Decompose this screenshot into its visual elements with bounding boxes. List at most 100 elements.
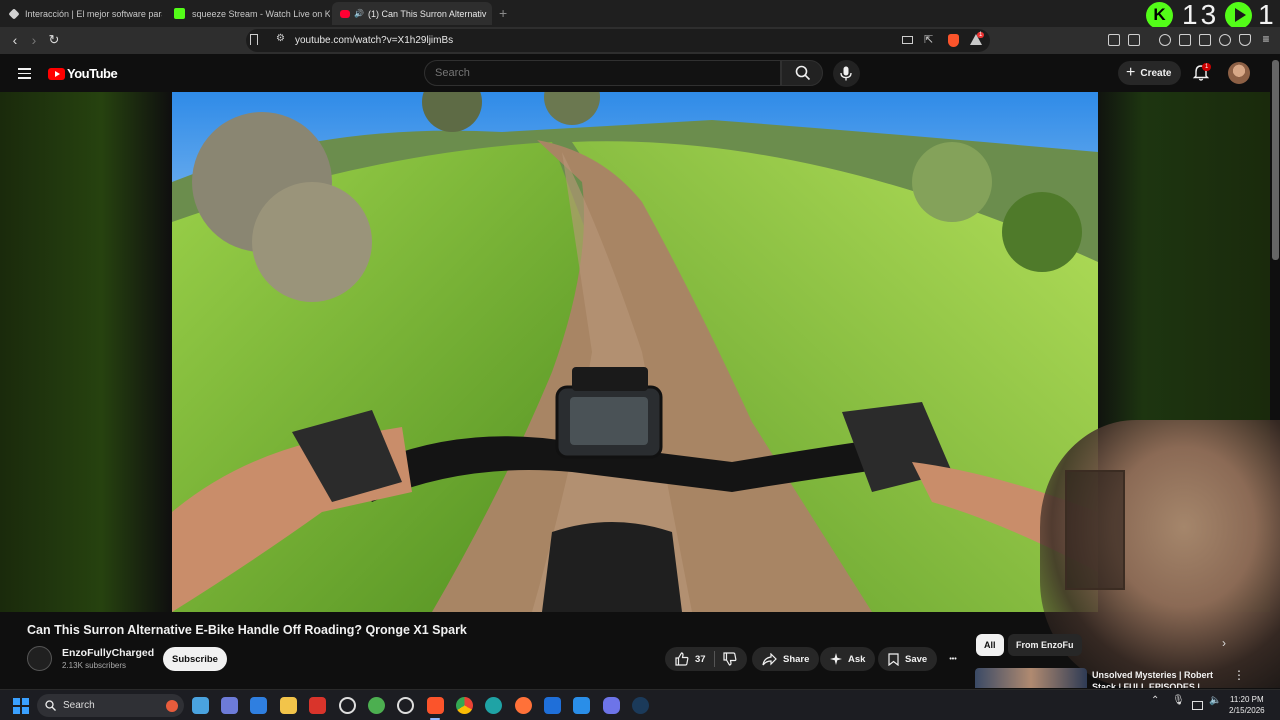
search-icon (795, 65, 811, 81)
channel-name[interactable]: EnzoFullyCharged (62, 647, 154, 659)
tab-title: squeeze Stream - Watch Live on Kick (192, 8, 330, 19)
youtube-logo-text: YouTube (67, 66, 118, 81)
windows-start-icon[interactable] (13, 698, 29, 714)
windows-taskbar: Search ⌃ 🎙 🔈 11:20 PM 2/15/2026 (0, 689, 1280, 720)
search-box[interactable] (424, 60, 781, 86)
firefox-icon[interactable] (515, 697, 532, 714)
tab-title: Interacción | El mejor software para s (25, 8, 162, 19)
vscode-icon[interactable] (573, 697, 590, 714)
chip-from-channel[interactable]: From EnzoFu (1008, 634, 1082, 656)
site-info-icon[interactable]: ⚙ (276, 33, 285, 44)
speaker-icon[interactable]: 🔊 (354, 9, 364, 18)
like-button[interactable]: 37 (675, 652, 706, 666)
search-button[interactable] (781, 60, 823, 86)
plus-icon: + (1126, 64, 1136, 81)
network-icon[interactable] (1192, 701, 1203, 710)
music-icon[interactable] (1159, 34, 1171, 46)
tab-manager-icon[interactable] (1199, 34, 1211, 46)
back-icon[interactable]: ‹ (7, 32, 23, 48)
more-icon: ••• (949, 655, 957, 663)
chips-next-icon[interactable]: › (1222, 636, 1226, 650)
more-actions-button[interactable]: ••• (940, 647, 966, 671)
taskbar-app-2[interactable] (221, 697, 238, 714)
system-clock[interactable]: 11:20 PM 2/15/2026 (1229, 694, 1265, 716)
taskbar-app-13[interactable] (544, 697, 561, 714)
subscribe-button[interactable]: Subscribe (163, 647, 227, 671)
tray-overflow-icon[interactable]: ⌃ (1151, 695, 1159, 706)
browser-toolbar: ‹ › ↻ ⚙ youtube.com/watch?v=X1h29ljimBs … (0, 27, 1280, 54)
thumbs-down-icon[interactable] (722, 652, 737, 666)
ai-assistant-icon[interactable] (1219, 34, 1231, 46)
extension-badge: 1 (977, 32, 985, 38)
ask-label: Ask (848, 653, 866, 665)
save-button[interactable]: Save (878, 647, 938, 671)
reload-icon[interactable]: ↻ (46, 32, 62, 48)
user-avatar[interactable] (1228, 62, 1250, 84)
hamburger-menu-icon[interactable] (18, 68, 31, 82)
ask-button[interactable]: Ask (820, 647, 876, 671)
clock-time: 11:20 PM (1229, 695, 1264, 704)
bookmark-save-icon (888, 652, 899, 666)
share-page-icon[interactable]: ⇱ (924, 33, 933, 46)
sparkle-icon (830, 653, 842, 665)
taskbar-app-3[interactable] (250, 697, 267, 714)
wallet-icon[interactable] (1128, 34, 1140, 46)
forward-icon[interactable]: › (26, 32, 42, 48)
kick-logo-icon: K (1146, 1, 1173, 29)
taskbar-app-5[interactable] (309, 697, 326, 714)
taskbar-app-1[interactable] (192, 697, 209, 714)
new-tab-button[interactable]: + (499, 5, 507, 21)
browser-tab-strip: Interacción | El mejor software para s s… (0, 0, 1280, 30)
taskbar-app-7[interactable] (368, 697, 385, 714)
chip-all[interactable]: All (976, 634, 1004, 656)
file-explorer-icon[interactable] (280, 697, 297, 714)
share-icon (762, 652, 777, 665)
vpn-shield-icon[interactable] (1239, 34, 1251, 46)
close-tab-icon[interactable]: ✕ (486, 7, 492, 20)
brave-browser-icon[interactable] (427, 697, 444, 714)
tab-title: (1) Can This Surron Alternativ (367, 8, 487, 19)
taskbar-search[interactable]: Search (37, 694, 184, 717)
edge-icon[interactable] (485, 697, 502, 714)
browser-tab-3[interactable]: 🔊 (1) Can This Surron Alternativ ✕ (332, 2, 492, 25)
youtube-favicon-icon (340, 9, 350, 18)
video-title: Can This Surron Alternative E-Bike Handl… (27, 623, 467, 637)
youtube-logo[interactable]: YouTube (48, 66, 118, 81)
thumbs-up-icon (675, 652, 689, 666)
youtube-play-icon (48, 67, 65, 80)
steam-icon[interactable] (632, 697, 649, 714)
like-count: 37 (695, 653, 706, 665)
create-button[interactable]: + Create (1118, 61, 1182, 85)
url-text[interactable]: youtube.com/watch?v=X1h29ljimBs (295, 35, 453, 46)
extensions-icon[interactable] (1108, 34, 1120, 46)
browser-tab-1[interactable]: Interacción | El mejor software para s (2, 2, 162, 25)
discord-icon[interactable] (603, 697, 620, 714)
video-player[interactable] (172, 92, 1098, 612)
youtube-header: YouTube + Create 1 (0, 54, 1280, 92)
page-scrollbar[interactable] (1272, 60, 1279, 260)
kick-favicon-icon (174, 8, 185, 19)
create-label: Create (1140, 67, 1172, 79)
taskbar-search-label: Search (63, 700, 95, 711)
microphone-tray-icon[interactable]: 🎙 (1172, 695, 1185, 706)
share-button[interactable]: Share (752, 647, 820, 671)
install-app-icon[interactable] (902, 36, 913, 44)
brave-shield-icon[interactable] (948, 34, 959, 47)
voice-search-button[interactable] (833, 60, 860, 87)
volume-icon[interactable]: 🔈 (1209, 695, 1221, 706)
channel-avatar[interactable] (27, 646, 52, 671)
chrome-icon[interactable] (456, 697, 473, 714)
bookmark-icon[interactable] (250, 34, 258, 45)
browser-tab-2[interactable]: squeeze Stream - Watch Live on Kick (166, 2, 330, 25)
sidebar-toggle-icon[interactable] (1179, 34, 1191, 46)
recommendation-thumbnail[interactable] (975, 668, 1087, 688)
browser-menu-icon[interactable]: ≡ (1258, 32, 1274, 46)
video-frame (172, 92, 1098, 612)
tab-favicon-icon (8, 7, 20, 20)
recommendation-title[interactable]: Unsolved Mysteries | Robert Stack | FULL… (1092, 669, 1222, 688)
address-bar[interactable]: ⚙ youtube.com/watch?v=X1h29ljimBs ⇱ 1 (246, 29, 990, 52)
taskbar-app-8[interactable] (397, 697, 414, 714)
search-input[interactable] (435, 67, 755, 79)
taskbar-app-6[interactable] (339, 697, 356, 714)
recommendation-more-icon[interactable]: ⋮ (1233, 668, 1245, 682)
